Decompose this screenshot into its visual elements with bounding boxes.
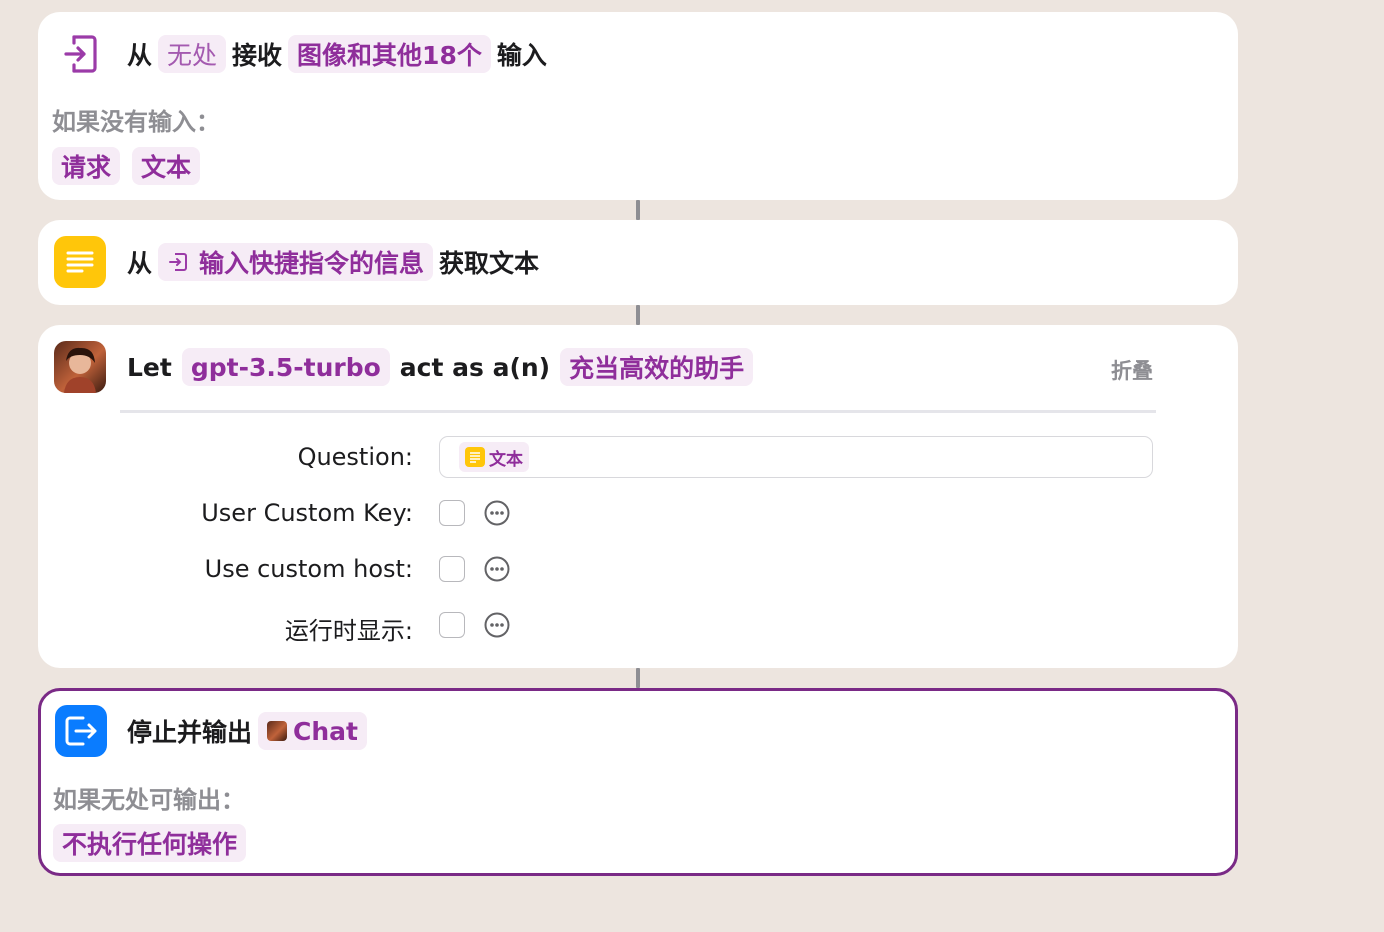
output-exit-icon bbox=[55, 705, 107, 757]
model-pill[interactable]: gpt-3.5-turbo bbox=[181, 348, 390, 386]
gpt-action[interactable]: Let gpt-3.5-turbo act as a(n) 充当高效的助手 折叠… bbox=[38, 325, 1238, 668]
chat-variable-label: Chat bbox=[293, 716, 358, 746]
question-variable: 文本 bbox=[489, 449, 523, 470]
no-input-option-request[interactable]: 请求 bbox=[52, 147, 121, 185]
get-text-action[interactable]: 从 输入快捷指令的信息 获取文本 bbox=[38, 220, 1238, 305]
act-as-label: act as a(n) bbox=[399, 352, 551, 382]
more-options-icon[interactable] bbox=[484, 500, 510, 526]
divider bbox=[120, 410, 1156, 413]
input-types-pill[interactable]: 图像和其他18个 bbox=[288, 35, 491, 73]
chat-app-icon bbox=[267, 721, 288, 741]
show-when-run-checkbox[interactable] bbox=[439, 612, 465, 638]
receive-label: 接收 bbox=[232, 41, 283, 70]
show-when-run-label: 运行时显示: bbox=[284, 617, 413, 645]
input-label: 输入 bbox=[496, 41, 547, 70]
collapse-button[interactable]: 折叠 bbox=[1111, 355, 1153, 385]
shortcut-input-label: 输入快捷指令的信息 bbox=[199, 249, 425, 278]
stop-output-label: 停止并输出 bbox=[127, 718, 253, 747]
get-text-label: 获取文本 bbox=[439, 249, 540, 278]
flow-connector bbox=[636, 200, 640, 220]
chat-app-icon bbox=[54, 341, 106, 393]
more-options-icon[interactable] bbox=[484, 556, 510, 582]
no-output-label: 如果无处可输出： bbox=[53, 786, 245, 814]
no-output-option[interactable]: 不执行任何操作 bbox=[53, 824, 247, 862]
user-custom-key-label: User Custom Key: bbox=[201, 499, 413, 527]
text-doc-icon bbox=[465, 447, 485, 467]
question-label: Question: bbox=[297, 443, 413, 471]
chat-variable-pill[interactable]: Chat bbox=[258, 712, 367, 750]
no-input-label: 如果没有输入： bbox=[52, 108, 220, 136]
source-pill[interactable]: 无处 bbox=[158, 35, 227, 73]
user-custom-key-checkbox[interactable] bbox=[439, 500, 465, 526]
text-doc-icon bbox=[54, 236, 106, 288]
no-input-option-text[interactable]: 文本 bbox=[132, 147, 201, 185]
input-arrow-icon bbox=[169, 253, 188, 271]
more-options-icon[interactable] bbox=[484, 612, 510, 638]
stop-and-output-action[interactable]: 停止并输出 Chat 如果无处可输出： 不执行任何操作 bbox=[38, 688, 1238, 876]
flow-connector bbox=[636, 668, 640, 688]
question-field[interactable]: 文本 bbox=[439, 436, 1153, 478]
let-label: Let bbox=[127, 352, 172, 382]
flow-connector bbox=[636, 305, 640, 325]
from-label: 从 bbox=[127, 41, 153, 70]
input-arrow-icon bbox=[54, 28, 106, 80]
role-pill[interactable]: 充当高效的助手 bbox=[560, 348, 754, 386]
use-custom-host-label: Use custom host: bbox=[204, 555, 413, 583]
receive-input-action[interactable]: 从 无处 接收 图像和其他18个 输入 如果没有输入： 请求 文本 bbox=[38, 12, 1238, 200]
shortcut-input-pill[interactable]: 输入快捷指令的信息 bbox=[158, 243, 434, 281]
use-custom-host-checkbox[interactable] bbox=[439, 556, 465, 582]
from-label: 从 bbox=[127, 249, 153, 278]
